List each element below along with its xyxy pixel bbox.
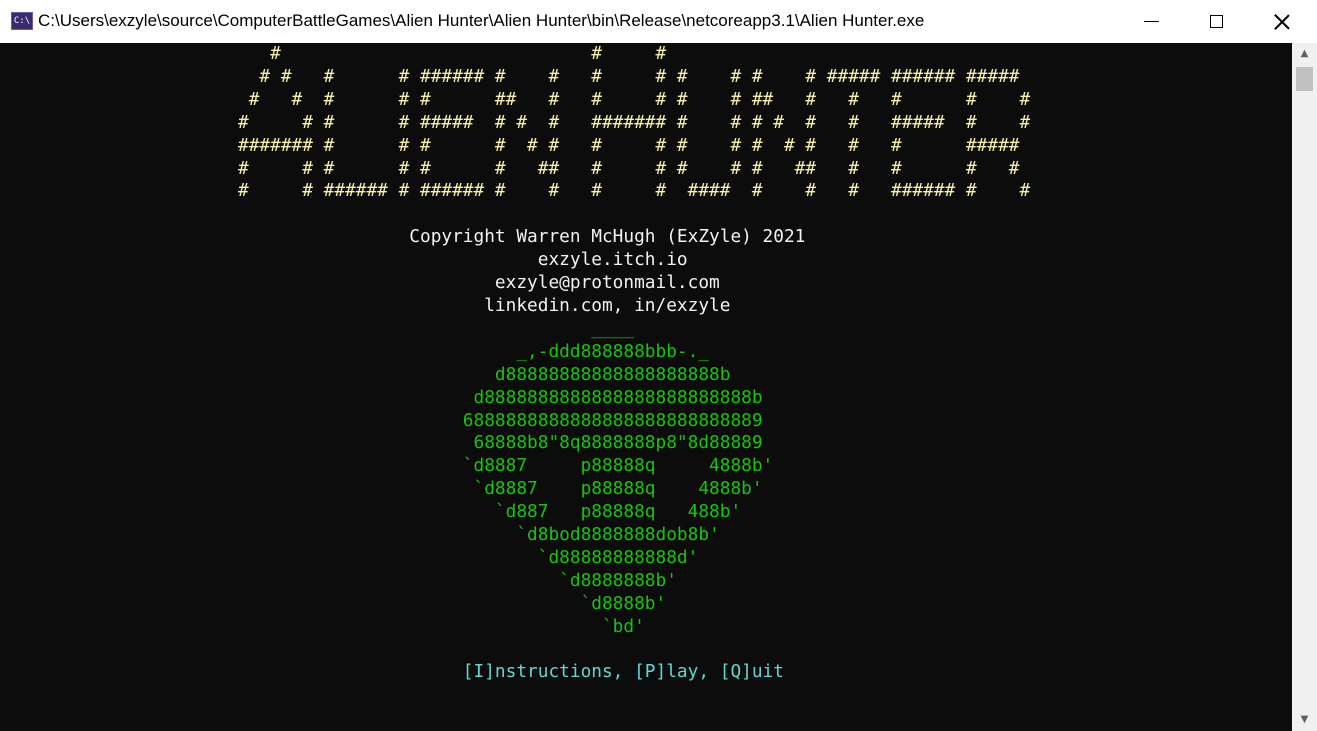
console-text: # # # # # # # ###### # # # # # # # # ###… [238, 43, 1030, 684]
close-button[interactable] [1251, 0, 1313, 43]
scroll-up-arrow-icon[interactable]: ▲ [1292, 43, 1317, 65]
close-icon [1274, 14, 1290, 30]
console-window: C:\ C:\Users\exzyle\source\ComputerBattl… [0, 0, 1317, 731]
console-app-icon[interactable]: C:\ [11, 12, 33, 30]
maximize-button[interactable] [1185, 0, 1247, 43]
title-bar[interactable]: C:\ C:\Users\exzyle\source\ComputerBattl… [0, 0, 1317, 43]
window-title: C:\Users\exzyle\source\ComputerBattleGam… [38, 11, 925, 30]
console-output[interactable]: # # # # # # # ###### # # # # # # # # ###… [0, 43, 1292, 731]
vertical-scrollbar[interactable]: ▲ ▼ [1292, 43, 1317, 731]
maximize-icon [1209, 15, 1223, 28]
minimize-button[interactable] [1120, 0, 1182, 43]
credits-text: Copyright Warren McHugh (ExZyle) 2021 ex… [409, 226, 806, 316]
main-menu-prompt: [I]nstructions, [P]lay, [Q]uit [238, 661, 784, 683]
minimize-icon [1143, 21, 1159, 22]
scrollbar-thumb[interactable] [1296, 67, 1313, 91]
game-title-ascii-art: # # # # # # # ###### # # # # # # # # ###… [238, 43, 1031, 202]
alien-ship-ascii-art: ____ _,-ddd888888bbb-._ d888888888888888… [462, 317, 774, 637]
scroll-down-arrow-icon[interactable]: ▼ [1292, 709, 1317, 731]
